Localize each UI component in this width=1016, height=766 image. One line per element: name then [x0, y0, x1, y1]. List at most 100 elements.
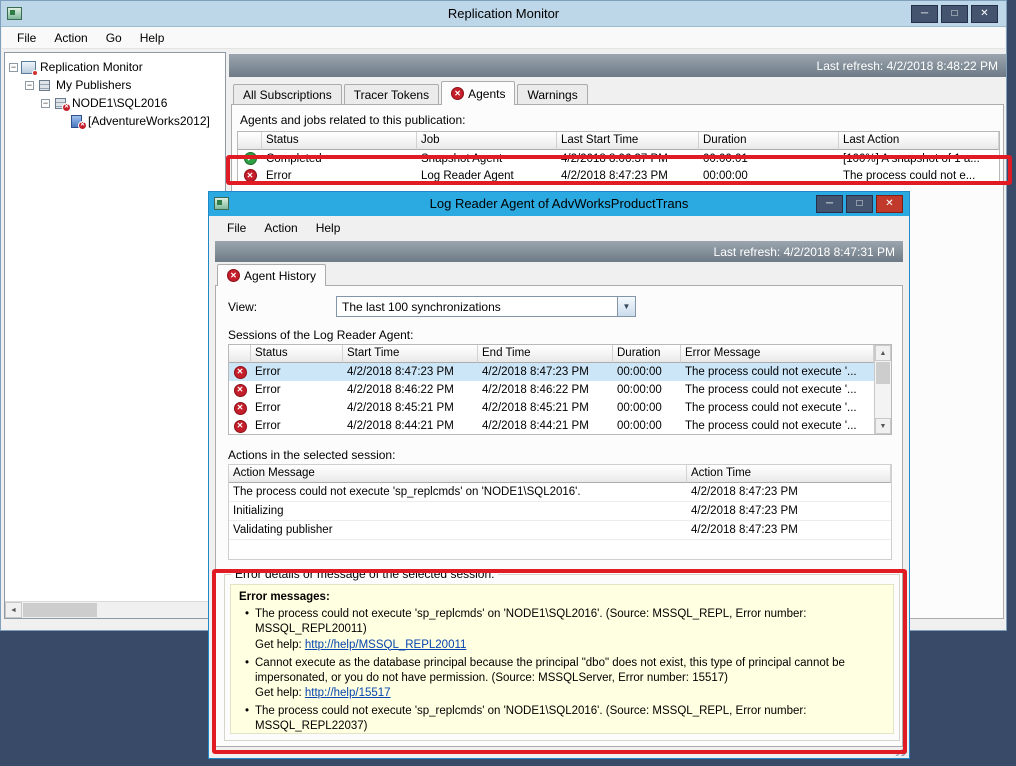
completed-status-icon: ✓ — [244, 152, 257, 165]
main-titlebar[interactable]: Replication Monitor ─ □ ✕ — [1, 1, 1006, 27]
actions-table-header: Action Message Action Time — [229, 465, 891, 483]
close-icon: ✕ — [980, 9, 988, 19]
tree-expander-icon[interactable]: − — [9, 63, 18, 72]
publication-tabstrip: All Subscriptions Tracer Tokens ✕ Agents… — [233, 81, 590, 105]
maximize-button[interactable]: □ — [941, 5, 968, 23]
tab-tracer-tokens[interactable]: Tracer Tokens — [344, 84, 439, 105]
minimize-button[interactable]: ─ — [816, 195, 843, 213]
tree-item-my-publishers[interactable]: − My Publishers — [9, 76, 225, 94]
column-header-last-start-time[interactable]: Last Start Time — [557, 132, 699, 150]
menu-file[interactable]: File — [218, 218, 255, 238]
table-row[interactable]: ✓ Completed Snapshot Agent 4/2/2018 8:06… — [238, 150, 999, 167]
menu-action[interactable]: Action — [255, 218, 306, 238]
table-row[interactable]: Initializing 4/2/2018 8:47:23 PM — [229, 502, 891, 521]
column-header-status[interactable]: Status — [262, 132, 417, 150]
help-link[interactable]: http://help/15517 — [305, 687, 391, 699]
cell-duration: 00:00:01 — [699, 153, 839, 165]
view-dropdown-value: The last 100 synchronizations — [337, 300, 617, 314]
table-row[interactable]: ✕ Error Log Reader Agent 4/2/2018 8:47:2… — [238, 167, 999, 184]
column-header-icon[interactable] — [238, 132, 262, 150]
close-icon: ✕ — [885, 199, 893, 209]
cell-status: Completed — [262, 153, 417, 165]
error-messages-heading: Error messages: — [239, 590, 883, 605]
cell-job: Log Reader Agent — [417, 170, 557, 182]
scroll-up-icon[interactable]: ▲ — [875, 345, 891, 361]
error-status-icon: ✕ — [234, 384, 247, 397]
actions-label: Actions in the selected session: — [228, 448, 395, 462]
agent-menubar: File Action Help — [210, 216, 908, 239]
publishers-icon — [37, 79, 52, 92]
scrollbar-thumb[interactable] — [23, 603, 97, 617]
minimize-button[interactable]: ─ — [911, 5, 938, 23]
sessions-vertical-scrollbar[interactable]: ▲ ▼ — [874, 345, 891, 434]
cell-action-time: 4/2/2018 8:47:23 PM — [687, 524, 891, 536]
column-header-end-time[interactable]: End Time — [478, 345, 613, 363]
column-header-status[interactable]: Status — [251, 345, 343, 363]
close-button[interactable]: ✕ — [971, 5, 998, 23]
error-details-label: Error details or message of the selected… — [231, 567, 498, 581]
maximize-button[interactable]: □ — [846, 195, 873, 213]
tree-pane: − Replication Monitor − My Publishers − … — [4, 52, 226, 619]
cell-action-time: 4/2/2018 8:47:23 PM — [687, 505, 891, 517]
tree-item-node1-sql2016[interactable]: − ✕ NODE1\SQL2016 — [9, 94, 225, 112]
column-header-action-time[interactable]: Action Time — [687, 465, 891, 483]
column-header-start-time[interactable]: Start Time — [343, 345, 478, 363]
tree-expander-icon[interactable]: − — [25, 81, 34, 90]
column-header-job[interactable]: Job — [417, 132, 557, 150]
error-message-text: Cannot execute as the database principal… — [255, 656, 883, 686]
table-row[interactable]: Validating publisher 4/2/2018 8:47:23 PM — [229, 521, 891, 540]
chevron-down-icon[interactable]: ▼ — [617, 297, 635, 316]
cell-last-action: [100%] A snapshot of 1 a... — [839, 153, 999, 165]
column-header-error-message[interactable]: Error Message — [681, 345, 874, 363]
scrollbar-thumb[interactable] — [876, 362, 890, 384]
table-row[interactable]: ✕ Error 4/2/2018 8:44:21 PM 4/2/2018 8:4… — [229, 417, 874, 435]
tab-agent-history[interactable]: ✕ Agent History — [217, 264, 326, 286]
column-header-action-message[interactable]: Action Message — [229, 465, 687, 483]
sessions-table: Status Start Time End Time Duration Erro… — [228, 344, 892, 435]
cell-error-message: The process could not execute '... — [681, 384, 874, 396]
tree-expander-icon[interactable]: − — [41, 99, 50, 108]
cell-status: Error — [262, 170, 417, 182]
scroll-left-icon[interactable]: ◄ — [5, 602, 22, 618]
cell-end-time: 4/2/2018 8:47:23 PM — [478, 366, 613, 378]
menu-action[interactable]: Action — [45, 28, 96, 48]
tab-warnings[interactable]: Warnings — [517, 84, 587, 105]
help-link[interactable]: http://help/MSSQL_REPL20011 — [305, 639, 467, 651]
cell-end-time: 4/2/2018 8:45:21 PM — [478, 402, 613, 414]
bullet-icon — [239, 704, 255, 734]
cell-status: Error — [251, 384, 343, 396]
agent-history-page: View: The last 100 synchronizations ▼ Se… — [215, 285, 903, 747]
column-header-last-action[interactable]: Last Action — [839, 132, 999, 150]
agents-section-label: Agents and jobs related to this publicat… — [240, 113, 465, 127]
scroll-down-icon[interactable]: ▼ — [875, 418, 891, 434]
view-label: View: — [228, 300, 257, 314]
table-row[interactable]: ✕ Error 4/2/2018 8:46:22 PM 4/2/2018 8:4… — [229, 381, 874, 399]
tree-horizontal-scrollbar[interactable]: ◄ ► — [5, 601, 225, 618]
error-status-icon: ✕ — [234, 366, 247, 379]
view-dropdown[interactable]: The last 100 synchronizations ▼ — [336, 296, 636, 317]
agent-window-title: Log Reader Agent of AdvWorksProductTrans — [209, 196, 909, 211]
tree-item-adventureworks2012[interactable]: ✕ [AdventureWorks2012] — [9, 112, 225, 130]
column-header-icon[interactable] — [229, 345, 251, 363]
cell-duration: 00:00:00 — [613, 384, 681, 396]
menu-go[interactable]: Go — [97, 28, 131, 48]
close-button[interactable]: ✕ — [876, 195, 903, 213]
table-row[interactable]: ✕ Error 4/2/2018 8:47:23 PM 4/2/2018 8:4… — [229, 363, 874, 381]
column-header-duration[interactable]: Duration — [613, 345, 681, 363]
error-message-item: Cannot execute as the database principal… — [239, 656, 883, 702]
tree-item-replication-monitor[interactable]: − Replication Monitor — [9, 58, 225, 76]
menu-help[interactable]: Help — [307, 218, 350, 238]
tab-all-subscriptions[interactable]: All Subscriptions — [233, 84, 342, 105]
column-header-duration[interactable]: Duration — [699, 132, 839, 150]
cell-last-start-time: 4/2/2018 8:06:37 PM — [557, 153, 699, 165]
minimize-icon: ─ — [921, 9, 928, 19]
menu-file[interactable]: File — [8, 28, 45, 48]
agents-table: Status Job Last Start Time Duration Last… — [237, 131, 1000, 185]
tree-item-label: [AdventureWorks2012] — [88, 114, 210, 128]
table-row[interactable]: The process could not execute 'sp_replcm… — [229, 483, 891, 502]
tab-agents[interactable]: ✕ Agents — [441, 81, 515, 105]
table-row[interactable]: ✕ Error 4/2/2018 8:45:21 PM 4/2/2018 8:4… — [229, 399, 874, 417]
agent-titlebar[interactable]: Log Reader Agent of AdvWorksProductTrans… — [209, 192, 909, 216]
server-error-icon: ✕ — [53, 97, 68, 110]
menu-help[interactable]: Help — [131, 28, 174, 48]
